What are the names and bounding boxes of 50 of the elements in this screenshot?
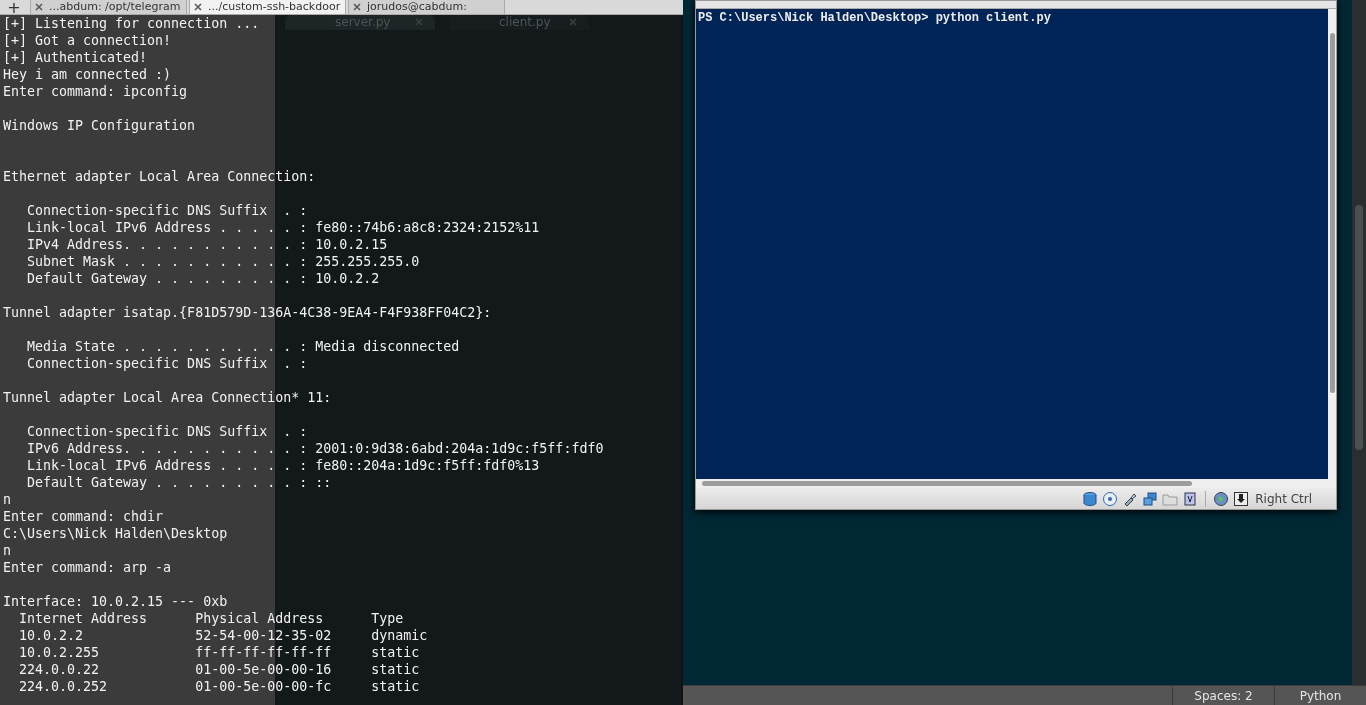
terminal-line: Enter command: ipconfig: [3, 83, 188, 100]
terminal-line: Ethernet adapter Local Area Connection:: [3, 168, 316, 185]
terminal-line: 10.0.2.255 ff-ff-ff-ff-ff-ff static: [18, 644, 420, 661]
terminal-line: n: [3, 542, 11, 559]
network-icon: [1142, 490, 1159, 507]
terminal-line: Hey i am connected :): [3, 66, 172, 83]
terminal-line: Enter command: chdir: [3, 508, 164, 525]
terminal-line: Default Gateway . . . . . . . . . : ::: [26, 474, 332, 491]
status-item[interactable]: Python: [1274, 686, 1366, 705]
terminal-line: Internet Address Physical Address Type: [18, 610, 404, 627]
optical-disc-icon: [1102, 490, 1119, 507]
terminal-line: Enter command: arp -a: [3, 559, 172, 576]
terminal-line: Subnet Mask . . . . . . . . . . . : 255.255.255.0: [26, 253, 420, 270]
close-icon[interactable]: [35, 3, 43, 11]
terminal-line: IPv4 Address. . . . . . . . . . . : 10.0.2.15: [26, 236, 388, 253]
globe-icon: [1213, 490, 1230, 507]
chip-icon: [1182, 490, 1199, 507]
terminal-line: Connection-specific DNS Suffix . :: [26, 355, 308, 372]
terminal-line: Media State . . . . . . . . . . . : Media disconnected: [26, 338, 460, 355]
new-tab-button[interactable]: +: [0, 0, 28, 14]
scrollbar-thumb[interactable]: [702, 481, 1192, 486]
console-line: PS C:\Users\Nick Halden\Desktop> python client.py: [698, 11, 1052, 25]
terminal-line: Windows IP Configuration: [3, 117, 196, 134]
terminal-line: Connection-specific DNS Suffix . :: [26, 202, 308, 219]
terminal-line: C:\Users\Nick Halden\Desktop: [3, 525, 228, 542]
terminal-line: Default Gateway . . . . . . . . . : 10.0.2.2: [26, 270, 380, 287]
terminal-line: Tunnel adapter isatap.{F81D579D-136A-4C38-9EA4-F4F938FF04C2}:: [3, 304, 492, 321]
terminal-line: 224.0.0.252 01-00-5e-00-00-fc static: [18, 678, 420, 695]
terminal-line: Link-local IPv6 Address . . . . . : fe80::74b6:a8c8:2324:2152%11: [26, 219, 540, 236]
scrollbar-thumb[interactable]: [1355, 205, 1363, 450]
terminal-tab[interactable]: .../custom-ssh-backdoor: [189, 0, 346, 14]
terminal-line: n: [3, 491, 11, 508]
terminal-line: Tunnel adapter Local Area Connection* 11:: [3, 389, 332, 406]
terminal-line: [+] Got a connection!: [3, 32, 172, 49]
terminal-tab[interactable]: ...abdum: /opt/telegram: [30, 0, 187, 14]
scrollbar-thumb[interactable]: [1330, 33, 1335, 393]
terminal-line: [+] Listening for connection ...: [3, 15, 260, 32]
close-icon[interactable]: [194, 3, 202, 11]
terminal-line: IPv6 Address. . . . . . . . . . . : 2001:0:9d38:6abd:204a:1d9c:f5ff:fdf0: [26, 440, 604, 457]
terminal-line: Link-local IPv6 Address . . . . . : fe80::204a:1d9c:f5ff:fdf0%13: [26, 457, 540, 474]
terminal-line: Interface: 10.0.2.15 --- 0xb: [3, 593, 228, 610]
hard-disk-icon: [1082, 490, 1099, 507]
status-item[interactable]: Spaces: 2: [1172, 686, 1274, 705]
terminal-line: 224.0.0.22 01-00-5e-00-00-16 static: [18, 661, 420, 678]
terminal-line: Connection-specific DNS Suffix . :: [26, 423, 308, 440]
host-key-label: Right Ctrl: [1255, 491, 1312, 506]
close-icon[interactable]: [353, 3, 361, 11]
terminal-tab[interactable]: jorudos@cabdum:: [348, 0, 505, 14]
terminal-line: [+] Authenticated!: [3, 49, 148, 66]
terminal-line: 10.0.2.2 52-54-00-12-35-02 dynamic: [18, 627, 428, 644]
